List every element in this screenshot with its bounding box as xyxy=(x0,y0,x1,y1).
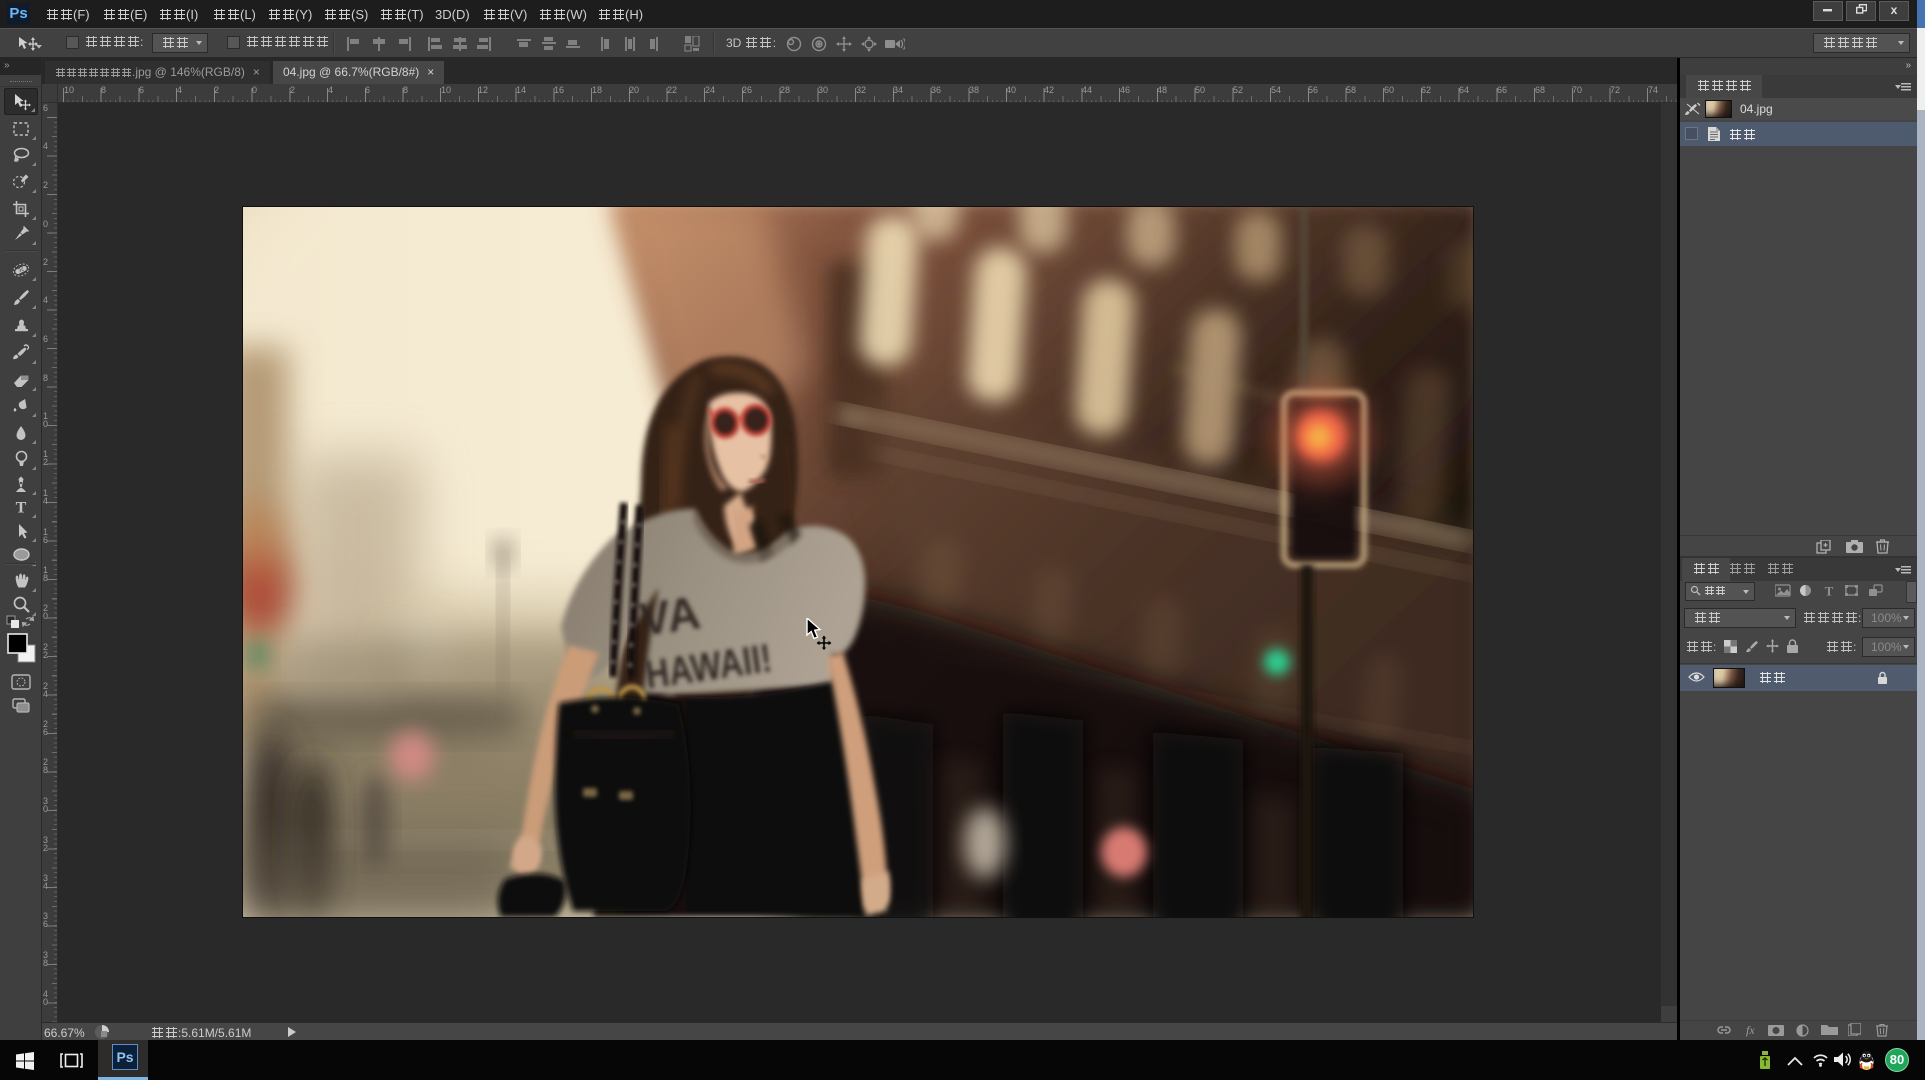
svg-text:T: T xyxy=(1825,584,1834,598)
svg-text:T: T xyxy=(16,499,27,516)
svg-text:VA: VA xyxy=(636,586,703,646)
